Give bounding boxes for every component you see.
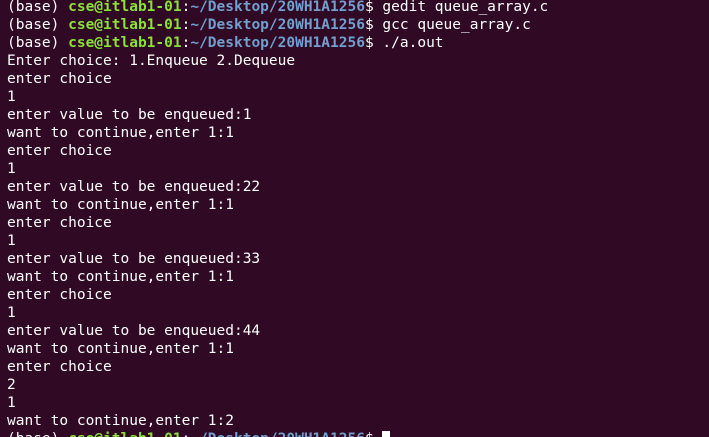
prompt-symbol: $ [364,35,383,51]
env-label: (base) [7,17,69,33]
output-line: 2 [7,377,16,393]
env-label: (base) [7,0,69,15]
output-line: 1 [7,233,16,249]
current-prompt-line[interactable]: (base) cse@itlab1-01:~/Desktop/20WH1A125… [7,430,709,437]
output-line: enter choice [7,287,112,303]
output-line: want to continue,enter 1:1 [7,125,234,141]
command-line-1: (base) cse@itlab1-01:~/Desktop/20WH1A125… [7,0,709,16]
output-line: enter choice [7,71,112,87]
user-host: cse@itlab1-01 [68,431,182,437]
output-line: Enter choice: 1.Enqueue 2.Dequeue [7,53,296,69]
user-host: cse@itlab1-01 [68,17,182,33]
output-line: enter value to be enqueued:33 [7,251,261,267]
command-text: ./a.out [382,35,444,51]
output-line: enter value to be enqueued:22 [7,179,261,195]
working-directory: ~/Desktop/20WH1A1256 [190,17,365,33]
output-line: want to continue,enter 1:1 [7,269,234,285]
output-line: 1 [7,395,16,411]
prompt-symbol: $ [364,0,383,15]
output-line: enter value to be enqueued:1 [7,107,252,123]
env-label: (base) [7,35,69,51]
working-directory: ~/Desktop/20WH1A1256 [190,35,365,51]
command-text: gcc queue_array.c [382,17,531,33]
env-label: (base) [7,431,68,437]
text-cursor [382,431,391,437]
terminal-window[interactable]: (base) cse@itlab1-01:~/Desktop/20WH1A125… [0,0,709,437]
output-line: want to continue,enter 1:1 [7,197,234,213]
command-line-3: (base) cse@itlab1-01:~/Desktop/20WH1A125… [7,34,709,52]
output-line: enter choice [7,215,112,231]
working-directory: ~/Desktop/20WH1A1256 [190,431,365,437]
command-text: gedit queue_array.c [382,0,549,15]
output-line: want to continue,enter 1:2 [7,413,234,429]
output-line: enter value to be enqueued:44 [7,323,261,339]
user-host: cse@itlab1-01 [68,35,182,51]
output-line: 1 [7,305,16,321]
prompt-symbol: $ [365,431,382,437]
working-directory: ~/Desktop/20WH1A1256 [190,0,365,15]
output-line: 1 [7,161,16,177]
user-host: cse@itlab1-01 [68,0,182,15]
prompt-symbol: $ [364,17,383,33]
command-line-2: (base) cse@itlab1-01:~/Desktop/20WH1A125… [7,16,709,34]
output-line: want to continue,enter 1:1 [7,341,234,357]
output-line: enter choice [7,143,112,159]
output-line: 1 [7,89,16,105]
output-line: enter choice [7,359,112,375]
